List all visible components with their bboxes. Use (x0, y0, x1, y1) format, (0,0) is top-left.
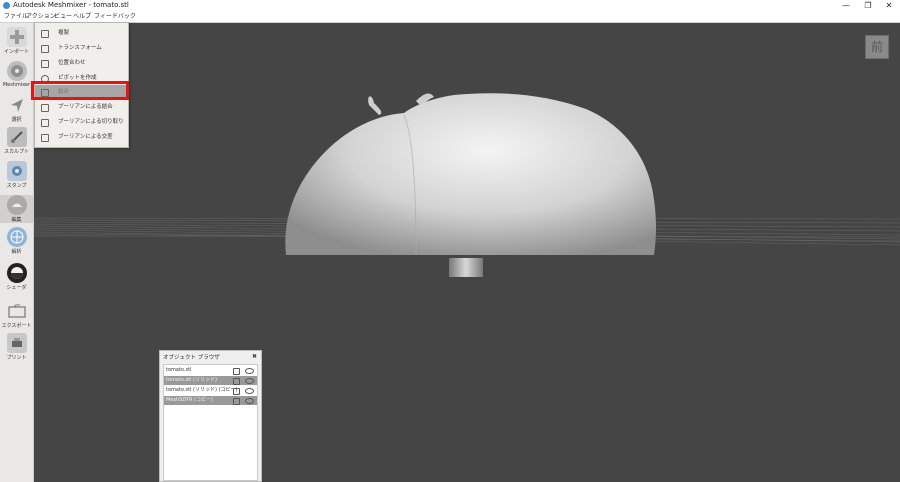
object-browser-panel: オブジェクト ブラウザ ✖ tomato.stl tomato.stl (ソリッ… (159, 350, 262, 482)
menu-item-label: 位置合わせ (58, 60, 86, 66)
tool-label: スタンプ (6, 183, 27, 189)
tool-stamp[interactable]: スタンプ (0, 161, 33, 189)
object-name: MeshSDYR (コピー) (166, 397, 213, 403)
boolean-union-icon (41, 104, 49, 112)
app-icon (3, 2, 10, 9)
eye-icon[interactable] (245, 398, 254, 404)
shader-sphere-icon (6, 263, 27, 283)
boolean-intersection-icon (41, 134, 49, 142)
menu-item-label: トランスフォーム (58, 45, 102, 51)
menu-bar: ファイル アクション ビュー ヘルプ フィードバック (0, 11, 900, 23)
tool-print[interactable]: プリント (0, 333, 33, 361)
eye-icon[interactable] (245, 378, 254, 384)
object-name: tomato.stl (ソリッド) (166, 377, 217, 383)
minimize-button[interactable]: — (835, 0, 857, 11)
mesh-base-cylinder (449, 258, 483, 277)
tool-label: 選択 (11, 117, 22, 123)
menu-file[interactable]: ファイル (4, 11, 28, 22)
tool-sculpt[interactable]: スカルプト (0, 127, 33, 155)
tool-label: 解析 (11, 249, 22, 255)
analysis-icon (6, 227, 27, 247)
stamp-icon (6, 161, 27, 181)
meshmixer-icon (6, 61, 27, 81)
view-cube-front[interactable]: 前 (865, 35, 889, 59)
align-icon (41, 60, 49, 68)
tool-import[interactable]: インポート (0, 27, 33, 55)
menu-item-align[interactable]: 位置合わせ (35, 56, 128, 70)
brush-icon (6, 127, 27, 147)
object-browser-title: オブジェクト ブラウザ (163, 355, 220, 361)
left-toolbar: インポート Meshmixer 選択 スカルプト スタンプ 編集 解析 シェーダ… (0, 23, 34, 482)
menu-item-label: ブーリアンによる切り取り (58, 119, 124, 125)
menu-item-label: ブーリアンによる結合 (58, 104, 113, 110)
menu-item-transform[interactable]: トランスフォーム (35, 41, 128, 55)
menu-item-duplicate[interactable]: 複製 (35, 26, 128, 40)
hand-icon[interactable] (233, 368, 240, 375)
tool-label: Meshmixer (2, 82, 31, 88)
list-item[interactable]: tomato.stl (164, 366, 257, 375)
tool-meshmixer[interactable]: Meshmixer (0, 61, 33, 88)
plus-icon (6, 27, 27, 47)
transform-icon (41, 45, 49, 53)
list-item[interactable]: tomato.stl (ソリッド) (コピー) (164, 386, 257, 395)
menu-item-label: ブーリアンによる交差 (58, 134, 113, 140)
menu-item-label: 複製 (58, 30, 70, 36)
hand-icon[interactable] (233, 388, 240, 395)
menu-feedback[interactable]: フィードバック (94, 11, 136, 22)
menu-item-boolean-intersection[interactable]: ブーリアンによる交差 (35, 130, 128, 144)
tomato-stem-left (368, 96, 382, 115)
tomato-mesh (285, 93, 656, 255)
object-name: tomato.stl (ソリッド) (コピー) (166, 387, 238, 393)
menu-view[interactable]: ビュー (54, 11, 72, 22)
tool-shader[interactable]: シェーダ (0, 263, 33, 291)
printer-icon (6, 333, 27, 353)
object-browser-close-button[interactable]: ✖ (252, 353, 257, 360)
menu-action[interactable]: アクション (26, 11, 56, 22)
duplicate-icon (41, 30, 49, 38)
tool-edit[interactable]: 編集 (0, 195, 33, 223)
eye-icon[interactable] (245, 368, 254, 374)
tool-analysis[interactable]: 解析 (0, 227, 33, 255)
tool-label: シェーダ (6, 285, 27, 291)
tool-select[interactable]: 選択 (0, 95, 33, 123)
boolean-difference-icon (41, 119, 49, 127)
tool-label: 編集 (11, 217, 22, 223)
maximize-button[interactable]: ❐ (857, 0, 879, 11)
edit-icon (6, 195, 27, 215)
tool-export[interactable]: エクスポート (0, 301, 33, 329)
eye-icon[interactable] (245, 388, 254, 394)
close-button[interactable]: ✕ (878, 0, 900, 11)
menu-help[interactable]: ヘルプ (73, 11, 91, 22)
window-title: Autodesk Meshmixer - tomato.stl (13, 1, 129, 9)
tool-label: プリント (6, 355, 27, 361)
tool-label: スカルプト (3, 149, 29, 155)
export-folder-icon (7, 301, 27, 321)
tool-label: インポート (3, 49, 29, 55)
title-bar: Autodesk Meshmixer - tomato.stl — ❐ ✕ (0, 0, 900, 11)
object-list: tomato.stl tomato.stl (ソリッド) tomato.stl … (163, 364, 258, 481)
list-item[interactable]: tomato.stl (ソリッド) (164, 376, 257, 385)
menu-item-boolean-difference[interactable]: ブーリアンによる切り取り (35, 115, 128, 129)
hand-icon[interactable] (233, 398, 240, 405)
select-arrow-icon (7, 95, 27, 115)
object-name: tomato.stl (166, 367, 192, 373)
tool-label: エクスポート (1, 323, 32, 329)
hand-icon[interactable] (233, 378, 240, 385)
menu-item-boolean-union[interactable]: ブーリアンによる結合 (35, 100, 128, 114)
highlight-annotation (31, 81, 129, 100)
list-item[interactable]: MeshSDYR (コピー) (164, 396, 257, 405)
